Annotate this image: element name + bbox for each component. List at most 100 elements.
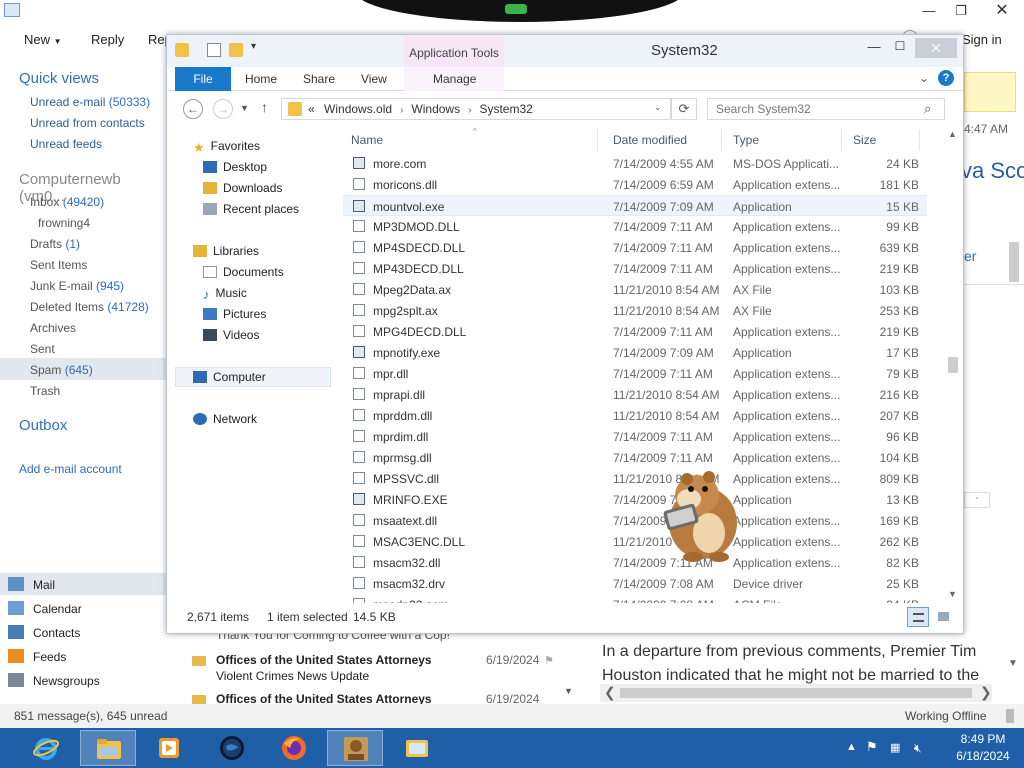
horizontal-scrollbar[interactable]: ❮ ❯ (600, 684, 992, 702)
taskbar-globe-app[interactable] (204, 730, 260, 766)
tab-share[interactable]: Share (303, 72, 335, 86)
folder-archives[interactable]: Archives (30, 321, 76, 335)
folder-drafts[interactable]: Drafts (1) (30, 237, 80, 251)
new-folder-icon[interactable] (229, 43, 243, 57)
file-row[interactable]: mprddm.dll 11/21/2010 8:54 AM Application … (343, 405, 927, 426)
file-row[interactable]: mpnotify.exe 7/14/2009 7:09 AM Application… (343, 342, 927, 363)
message-link[interactable]: er (964, 248, 976, 264)
sign-in-link[interactable]: Sign in (962, 32, 1002, 47)
tree-documents[interactable]: Documents (203, 265, 284, 279)
tree-computer[interactable]: Computer (193, 370, 266, 384)
action-center-flag-icon[interactable]: ⚑ (866, 739, 878, 755)
taskbar-media-player[interactable] (141, 730, 197, 766)
minimize-button[interactable]: — (863, 39, 885, 59)
folder-frowning4[interactable]: frowning4 (38, 216, 90, 230)
refresh-button[interactable]: ⟳ (671, 98, 697, 120)
nav-newsgroups[interactable]: Newsgroups (8, 673, 100, 688)
customize-toolbar-icon[interactable]: ▾ (251, 41, 256, 52)
clock-time[interactable]: 8:49 PM (948, 732, 1018, 746)
address-bar[interactable]: « Windows.old › Windows › System32 ⌄ (281, 98, 671, 120)
tab-file[interactable]: File (175, 67, 231, 91)
taskbar-box-app[interactable] (327, 730, 383, 766)
file-row[interactable]: msacm32.drv 7/14/2009 7:08 AM Device drive… (343, 573, 927, 594)
file-row[interactable]: msacm32.dll 7/14/2009 7:11 AM Application … (343, 552, 927, 573)
file-row[interactable]: MSAC3ENC.DLL 11/21/2010 8:55 AM Applicatio… (343, 531, 927, 552)
column-divider[interactable] (597, 129, 598, 151)
breadcrumb-windows-old[interactable]: Windows.old (324, 102, 392, 116)
column-header-type[interactable]: Type (733, 133, 759, 147)
recent-locations-icon[interactable]: ▼ (240, 103, 249, 113)
volume-muted-icon[interactable]: 🔇︎ (914, 741, 922, 756)
collapse-button[interactable]: - (964, 492, 990, 508)
file-row[interactable]: MP4SDECD.DLL 7/14/2009 7:11 AM Application… (343, 237, 927, 258)
expand-ribbon-icon[interactable]: ⌄ (919, 71, 929, 85)
file-row[interactable]: MRINFO.EXE 7/14/2009 7:09 AM Application 13… (343, 489, 927, 510)
clock-date[interactable]: 6/18/2024 (948, 749, 1018, 763)
tree-network[interactable]: Network (193, 412, 257, 426)
column-header-size[interactable]: Size (853, 133, 876, 147)
file-row[interactable]: MP3DMOD.DLL 7/14/2009 7:11 AM Application … (343, 216, 927, 237)
large-icons-view-button[interactable] (933, 607, 955, 627)
add-email-account-link[interactable]: Add e-mail account (19, 462, 122, 476)
scroll-down-arrow[interactable]: ▼ (1008, 658, 1018, 669)
file-row[interactable]: MP43DECD.DLL 7/14/2009 7:11 AM Application… (343, 258, 927, 279)
folder-sent-items[interactable]: Sent Items (30, 258, 87, 272)
scroll-thumb[interactable] (1009, 242, 1019, 282)
help-icon[interactable]: ? (938, 70, 954, 86)
column-divider[interactable] (919, 129, 920, 151)
close-button[interactable]: ✕ (915, 38, 957, 58)
properties-icon[interactable] (207, 43, 221, 57)
file-row[interactable]: mprmsg.dll 7/14/2009 7:11 AM Application e… (343, 447, 927, 468)
tree-libraries[interactable]: Libraries (193, 244, 259, 258)
folder-unread-from-contacts[interactable]: Unread from contacts (30, 116, 145, 130)
taskbar-file-explorer[interactable] (80, 730, 136, 766)
scroll-up-arrow[interactable]: ▲ (948, 129, 957, 139)
scroll-left-arrow[interactable]: ❮ (604, 684, 616, 701)
file-row[interactable]: mpg2splt.ax 11/21/2010 8:54 AM AX File 253 … (343, 300, 927, 321)
tree-desktop[interactable]: Desktop (203, 160, 267, 174)
file-row[interactable]: mpr.dll 7/14/2009 7:11 AM Application exte… (343, 363, 927, 384)
taskbar-internet-explorer[interactable] (18, 730, 74, 766)
folder-trash[interactable]: Trash (30, 384, 60, 398)
breadcrumb-overflow[interactable]: « (308, 102, 315, 116)
taskbar-firefox[interactable] (266, 730, 322, 766)
chevron-right-icon[interactable]: › (468, 105, 471, 116)
file-row[interactable]: Mpeg2Data.ax 11/21/2010 8:54 AM AX File 103… (343, 279, 927, 300)
folder-deleted-items[interactable]: Deleted Items (41728) (30, 300, 149, 314)
up-button[interactable]: ↑ (261, 99, 268, 115)
column-header-name[interactable]: Name (351, 133, 383, 147)
folder-junk[interactable]: Junk E-mail (945) (30, 279, 124, 293)
resize-grip[interactable] (1006, 709, 1014, 723)
file-row[interactable]: MPSSVC.dll 11/21/2010 8:54 AM Application … (343, 468, 927, 489)
file-row[interactable]: msadp32.acm 7/14/2009 7:08 AM ACM File 24 K… (343, 594, 927, 603)
tab-view[interactable]: View (361, 72, 387, 86)
nav-mail[interactable]: Mail (8, 577, 55, 592)
folder-unread-email[interactable]: Unread e-mail (50333) (30, 95, 150, 109)
mail-minimize-button[interactable]: — (915, 0, 943, 22)
column-divider[interactable] (841, 129, 842, 151)
file-row[interactable]: mprdim.dll 7/14/2009 7:11 AM Application e… (343, 426, 927, 447)
folder-sent[interactable]: Sent (30, 342, 55, 356)
tree-downloads[interactable]: Downloads (203, 181, 282, 195)
scroll-down-arrow[interactable]: ▼ (948, 589, 957, 599)
nav-calendar[interactable]: Calendar (8, 601, 82, 616)
mail-close-button[interactable]: ✕ (980, 0, 1024, 22)
mail-maximize-button[interactable]: ❐ (947, 0, 975, 22)
outbox-heading[interactable]: Outbox (19, 417, 67, 434)
tree-music[interactable]: ♪ Music (203, 286, 247, 302)
file-row[interactable]: mprapi.dll 11/21/2010 8:54 AM Application … (343, 384, 927, 405)
tree-videos[interactable]: Videos (203, 328, 259, 342)
taskbar-mail-app[interactable] (389, 730, 445, 766)
tab-home[interactable]: Home (245, 72, 277, 86)
column-divider[interactable] (721, 129, 722, 151)
flag-icon[interactable]: ⚑ (544, 654, 554, 667)
back-button[interactable]: ← (183, 99, 203, 119)
maximize-button[interactable]: ☐ (889, 39, 911, 59)
hamster-mascot-icon[interactable] (657, 453, 747, 563)
breadcrumb-windows[interactable]: Windows (411, 102, 460, 116)
chevron-right-icon[interactable]: › (400, 105, 403, 116)
file-row[interactable]: MPG4DECD.DLL 7/14/2009 7:11 AM Application… (343, 321, 927, 342)
scroll-thumb[interactable] (948, 357, 958, 373)
quick-views-heading[interactable]: Quick views (19, 70, 99, 87)
search-icon[interactable]: ⌕ (924, 101, 931, 117)
